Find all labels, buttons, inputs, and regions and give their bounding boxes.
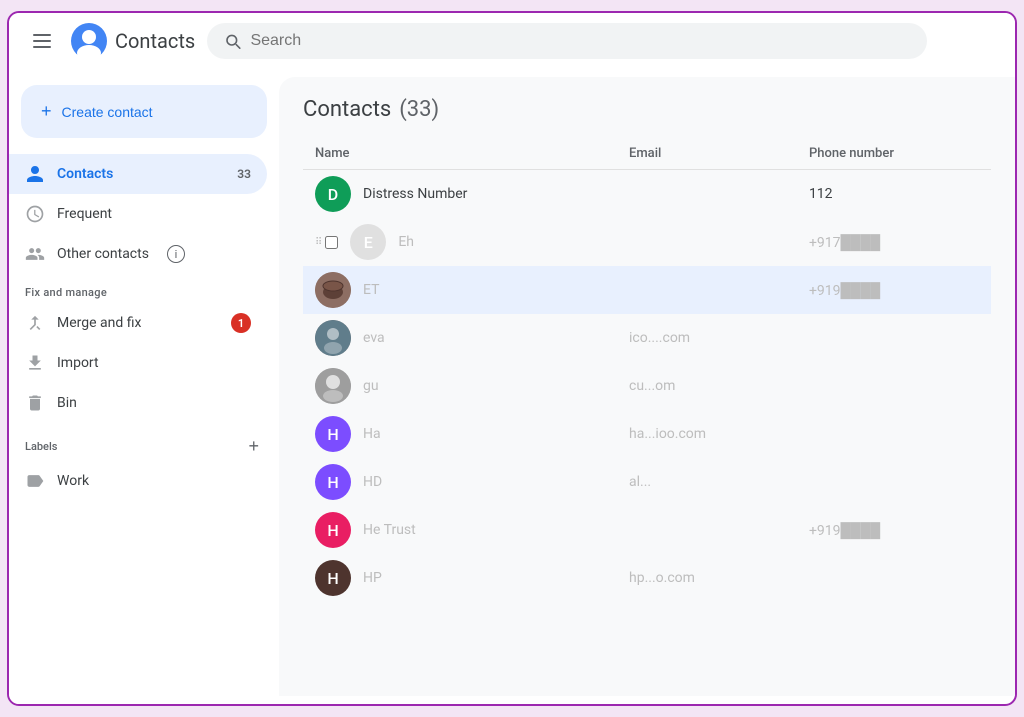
table-row[interactable]: ⠿ E Eh +917████ [303, 218, 991, 266]
table-row[interactable]: H HD al... [303, 458, 991, 506]
contact-phone: +917████ [797, 218, 991, 266]
table-row[interactable]: H He Trust +919████ [303, 506, 991, 554]
contact-email: ha...ioo.com [617, 410, 797, 458]
contacts-title: Contacts [303, 97, 391, 122]
sidebar-item-merge-and-fix[interactable]: Merge and fix 1 [9, 303, 267, 343]
contact-email: hp...o.com [617, 554, 797, 602]
contacts-count: 33 [237, 167, 251, 181]
bin-icon [25, 393, 45, 413]
info-icon[interactable]: i [167, 245, 185, 263]
row-drag-area: ⠿ [315, 236, 338, 249]
sidebar-item-import[interactable]: Import [9, 343, 267, 383]
contacts-icon [25, 164, 45, 184]
contact-name: HP [363, 570, 382, 586]
avatar: H [315, 512, 351, 548]
contacts-header: Contacts (33) [303, 97, 991, 122]
table-header-row: Name Email Phone number [303, 138, 991, 170]
email-column-header: Email [617, 138, 797, 170]
search-bar[interactable] [207, 23, 927, 59]
main-layout: + Create contact Contacts 33 [9, 69, 1015, 704]
import-icon [25, 353, 45, 373]
contacts-count: (33) [399, 97, 439, 122]
search-input[interactable] [250, 32, 911, 50]
contact-name: Eh [398, 234, 414, 250]
table-row[interactable]: eva ico....com [303, 314, 991, 362]
plus-icon: + [41, 101, 52, 122]
contact-name: Ha [363, 426, 381, 442]
label-icon [25, 471, 45, 491]
contact-name: HD [363, 474, 382, 490]
avatar: H [315, 464, 351, 500]
bin-label: Bin [57, 395, 77, 411]
avatar: H [315, 560, 351, 596]
labels-title: Labels [25, 440, 244, 453]
contact-email: al... [617, 458, 797, 506]
contact-email [617, 266, 797, 314]
contact-name: ET [363, 282, 379, 298]
table-row[interactable]: D Distress Number 112 [303, 170, 991, 219]
avatar [315, 368, 351, 404]
contact-phone [797, 314, 991, 362]
app-logo: Contacts [71, 23, 195, 59]
menu-button[interactable] [25, 26, 59, 56]
contact-name: eva [363, 330, 385, 346]
app-title: Contacts [115, 29, 195, 53]
contact-name: Distress Number [363, 186, 467, 202]
table-row[interactable]: H Ha ha...ioo.com [303, 410, 991, 458]
sidebar-item-bin[interactable]: Bin [9, 383, 267, 423]
contact-email: cu...om [617, 362, 797, 410]
sidebar-item-other-contacts[interactable]: Other contacts i [9, 234, 267, 274]
add-label-button[interactable]: + [244, 435, 263, 457]
contact-phone [797, 458, 991, 506]
frequent-icon [25, 204, 45, 224]
row-checkbox[interactable] [325, 236, 338, 249]
labels-section: Labels + [9, 423, 279, 461]
sidebar-item-frequent[interactable]: Frequent [9, 194, 267, 234]
other-contacts-label: Other contacts [57, 246, 149, 262]
merge-and-fix-label: Merge and fix [57, 315, 141, 331]
contacts-label: Contacts [57, 166, 113, 182]
contact-email [617, 506, 797, 554]
work-label: Work [57, 473, 89, 489]
contact-phone: +919████ [797, 266, 991, 314]
contact-phone [797, 554, 991, 602]
sidebar-item-contacts[interactable]: Contacts 33 [9, 154, 267, 194]
contact-phone: 112 [797, 170, 991, 219]
search-icon [223, 31, 242, 51]
avatar [315, 272, 351, 308]
avatar [315, 320, 351, 356]
frequent-label: Frequent [57, 206, 112, 222]
other-contacts-icon [25, 244, 45, 264]
create-contact-label: Create contact [62, 104, 153, 120]
import-label: Import [57, 355, 99, 371]
table-row[interactable]: ET +919████ [303, 266, 991, 314]
merge-icon [25, 313, 45, 333]
create-contact-button[interactable]: + Create contact [21, 85, 267, 138]
contacts-logo-icon [71, 23, 107, 59]
contact-name: gu [363, 378, 379, 394]
merge-badge: 1 [231, 313, 251, 333]
app-window: Contacts + Create contact Con [7, 11, 1017, 706]
table-row[interactable]: H HP hp...o.com [303, 554, 991, 602]
name-column-header: Name [303, 138, 617, 170]
contact-name: He Trust [363, 522, 416, 538]
phone-column-header: Phone number [797, 138, 991, 170]
avatar: E [350, 224, 386, 260]
sidebar-item-work[interactable]: Work [9, 461, 267, 501]
top-bar: Contacts [9, 13, 1015, 69]
avatar: D [315, 176, 351, 212]
contact-phone [797, 410, 991, 458]
contact-email [617, 170, 797, 219]
contact-email: ico....com [617, 314, 797, 362]
table-row[interactable]: gu cu...om [303, 362, 991, 410]
sidebar: + Create contact Contacts 33 [9, 69, 279, 704]
content-area: Contacts (33) Name Email Phone number DD… [279, 77, 1015, 696]
fix-and-manage-section-label: Fix and manage [9, 274, 279, 303]
contact-phone [797, 362, 991, 410]
contact-email [617, 218, 797, 266]
contacts-table: Name Email Phone number D Distress Number… [303, 138, 991, 602]
avatar: H [315, 416, 351, 452]
contact-phone: +919████ [797, 506, 991, 554]
